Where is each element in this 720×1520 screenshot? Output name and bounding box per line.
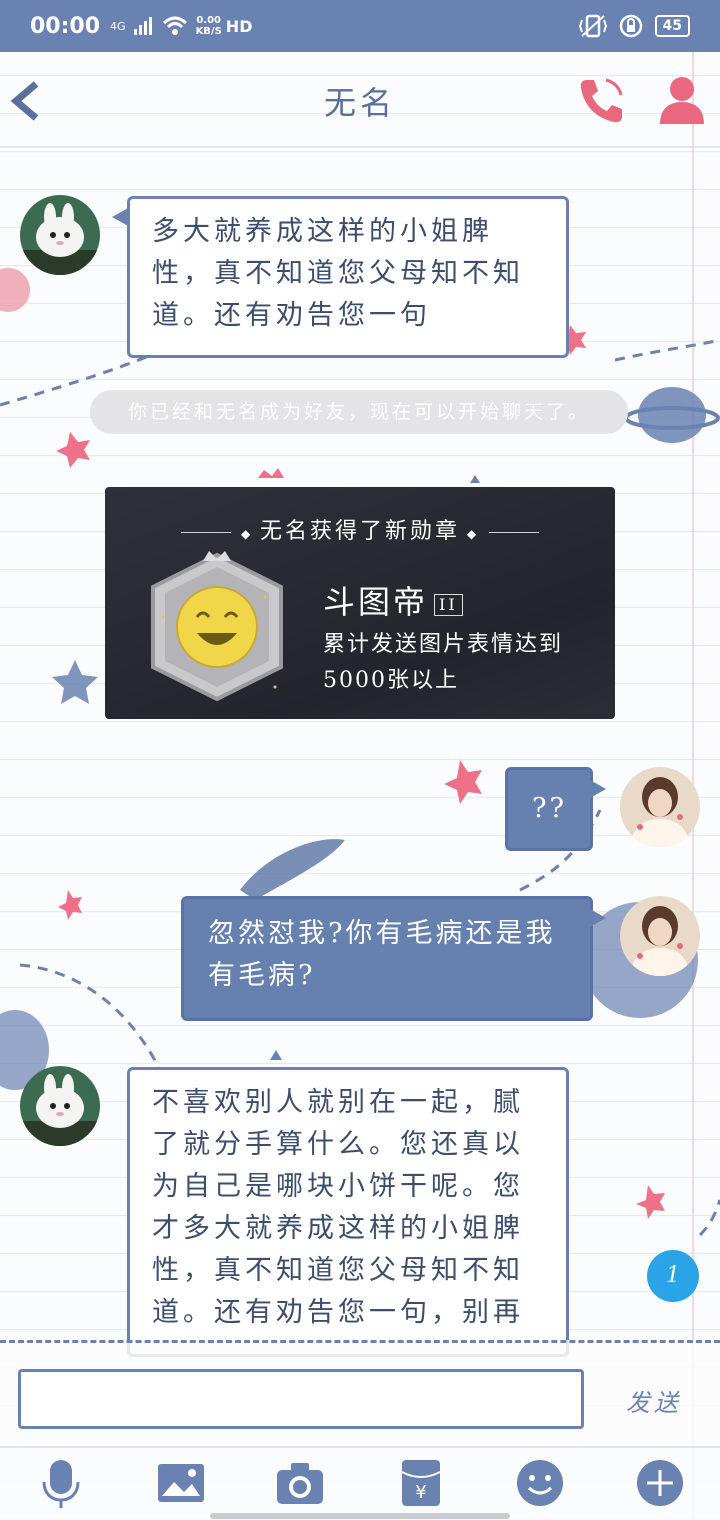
battery-indicator: 45: [654, 15, 690, 37]
wifi-icon: [162, 16, 187, 35]
message-bubble-incoming[interactable]: 不喜欢别人就别在一起，腻了就分手算什么。您还真以为自己是哪块小饼干呢。您才多大就…: [127, 1067, 569, 1357]
system-notice: 你已经和无名成为好友，现在可以开始聊天了。: [90, 390, 628, 434]
unread-count-badge[interactable]: 1: [647, 1250, 699, 1302]
send-button[interactable]: 发送: [626, 1383, 682, 1418]
badge-level: II: [434, 593, 463, 616]
hd-label: HD: [225, 16, 253, 36]
image-icon[interactable]: [156, 1458, 206, 1508]
emoji-icon[interactable]: [515, 1458, 565, 1508]
plus-icon[interactable]: [635, 1458, 685, 1508]
lock-rotation-icon: [619, 14, 642, 38]
contact-avatar[interactable]: [20, 1066, 100, 1146]
badge-name: 斗图帝 II: [323, 577, 463, 623]
my-avatar[interactable]: [620, 896, 700, 976]
camera-icon[interactable]: [275, 1458, 325, 1508]
signal-icon: [133, 17, 152, 35]
svg-text:¥: ¥: [415, 1482, 426, 1503]
contact-avatar[interactable]: [20, 195, 100, 275]
message-input[interactable]: [18, 1369, 584, 1429]
badge-description: 累计发送图片表情达到5000张以上: [323, 632, 564, 693]
badge-card[interactable]: ◆ 无名获得了新勋章 ◆ 斗图帝 II 累计发送图片表情达到5000张以上: [105, 487, 615, 719]
status-bar: 00:00 4G 0.00 KB/S HD 45: [0, 0, 720, 52]
profile-icon[interactable]: [658, 74, 706, 126]
chat-header: 无名: [0, 52, 720, 148]
signal-label: 4G: [110, 19, 126, 33]
bottom-toolbar: ¥: [0, 1446, 720, 1520]
home-indicator[interactable]: [210, 1513, 510, 1519]
my-avatar[interactable]: [620, 767, 700, 847]
status-time: 00:00: [30, 13, 101, 39]
red-packet-icon[interactable]: ¥: [396, 1458, 446, 1508]
message-bubble-incoming[interactable]: 多大就养成这样的小姐脾性，真不知道您父母知不知道。还有劝告您一句: [112, 196, 569, 358]
badge-heading: ◆ 无名获得了新勋章 ◆: [105, 513, 615, 545]
microphone-icon[interactable]: [36, 1458, 86, 1508]
message-bubble-outgoing[interactable]: 忽然怼我?你有毛病还是我有毛病?: [181, 896, 606, 1021]
net-speed: 0.00 KB/S: [195, 15, 222, 37]
smiley-medal-icon: [151, 551, 283, 702]
message-bubble-outgoing[interactable]: ??: [505, 767, 606, 851]
vibrate-icon: [578, 14, 607, 38]
input-bar: 发送: [0, 1340, 720, 1446]
phone-call-icon[interactable]: [576, 76, 626, 126]
